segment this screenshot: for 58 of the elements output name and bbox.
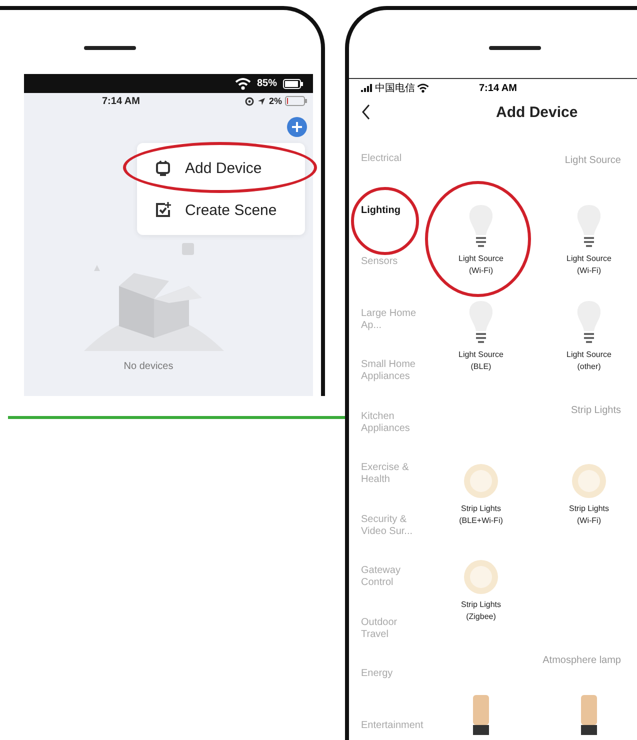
category-item[interactable]: Lighting xyxy=(361,200,421,216)
status-time: 7:14 AM xyxy=(479,82,517,94)
lock-rotation-icon xyxy=(244,96,254,106)
wifi-icon xyxy=(234,77,251,90)
category-item[interactable]: Sensors xyxy=(361,252,421,268)
device-type-label: Light Source (Wi-Fi) xyxy=(566,253,612,277)
empty-state-text: No devices xyxy=(122,361,174,372)
battery-icon xyxy=(283,78,303,88)
device-option[interactable]: Strip Lights (BLE+Wi-Fi) xyxy=(459,463,503,527)
category-item[interactable]: Gateway Control xyxy=(361,561,421,589)
device-option[interactable]: Strip Lights (Wi-Fi) xyxy=(568,463,610,527)
category-item[interactable]: Small Home Appliances xyxy=(361,355,421,383)
page-title: Add Device xyxy=(496,104,578,120)
category-item[interactable]: Security & Video Sur... xyxy=(361,510,421,538)
category-item[interactable]: Entertainment xyxy=(361,716,421,732)
device-option[interactable]: Light Source (Wi-Fi) xyxy=(458,203,504,277)
menu-item[interactable]: Create Scene xyxy=(137,189,305,231)
speaker-slot xyxy=(489,46,541,50)
device-option[interactable]: Light Source (BLE) xyxy=(458,299,504,373)
carrier-name: 中国电信 xyxy=(375,82,415,95)
category-item[interactable]: Energy xyxy=(361,664,421,680)
speaker-slot xyxy=(84,46,136,50)
device-type-label: Strip Lights (Zigbee) xyxy=(460,599,502,623)
status-time: 7:14 AM xyxy=(102,96,141,106)
add-icon xyxy=(287,117,307,137)
section-title: Strip Lights xyxy=(570,404,622,418)
device-icon xyxy=(155,160,171,176)
ring-light-icon xyxy=(571,463,607,499)
category-item[interactable]: Kitchen Appliances xyxy=(361,406,421,434)
lamp-icon xyxy=(473,695,489,735)
battery-percent: 2% xyxy=(268,96,282,106)
menu-item[interactable]: Add Device xyxy=(137,147,305,189)
device-type-label: Light Source (other) xyxy=(566,349,612,373)
device-type-label: Strip Lights (BLE+Wi-Fi) xyxy=(459,503,503,527)
device-type-label: Light Source (BLE) xyxy=(458,349,504,373)
device-option[interactable]: Strip Lights (Zigbee) xyxy=(460,559,502,623)
section-title: Atmosphere lamp xyxy=(542,654,622,668)
device-option[interactable] xyxy=(473,695,489,735)
device-option[interactable] xyxy=(581,695,597,735)
battery-icon xyxy=(285,96,307,106)
scene-icon xyxy=(155,202,171,218)
location-icon xyxy=(256,96,266,106)
category-item[interactable]: Exercise & Health xyxy=(361,458,421,486)
device-type-label: Light Source (Wi-Fi) xyxy=(458,253,504,277)
section-title: Light Source xyxy=(564,154,622,168)
device-option[interactable]: Light Source (Wi-Fi) xyxy=(566,203,612,277)
device-option[interactable]: Light Source (other) xyxy=(566,299,612,373)
battery-percent: 85% xyxy=(256,78,277,89)
category-item[interactable]: Large Home Ap... xyxy=(361,304,421,332)
lamp-icon xyxy=(581,695,597,735)
wifi-icon xyxy=(417,83,429,93)
device-type-label: Strip Lights (Wi-Fi) xyxy=(568,503,610,527)
signal-icon xyxy=(361,84,373,92)
ring-light-icon xyxy=(463,559,499,595)
category-item[interactable]: Electrical xyxy=(361,149,421,165)
category-item[interactable]: Outdoor Travel xyxy=(361,612,421,640)
back-icon xyxy=(361,104,371,120)
ring-light-icon xyxy=(463,463,499,499)
